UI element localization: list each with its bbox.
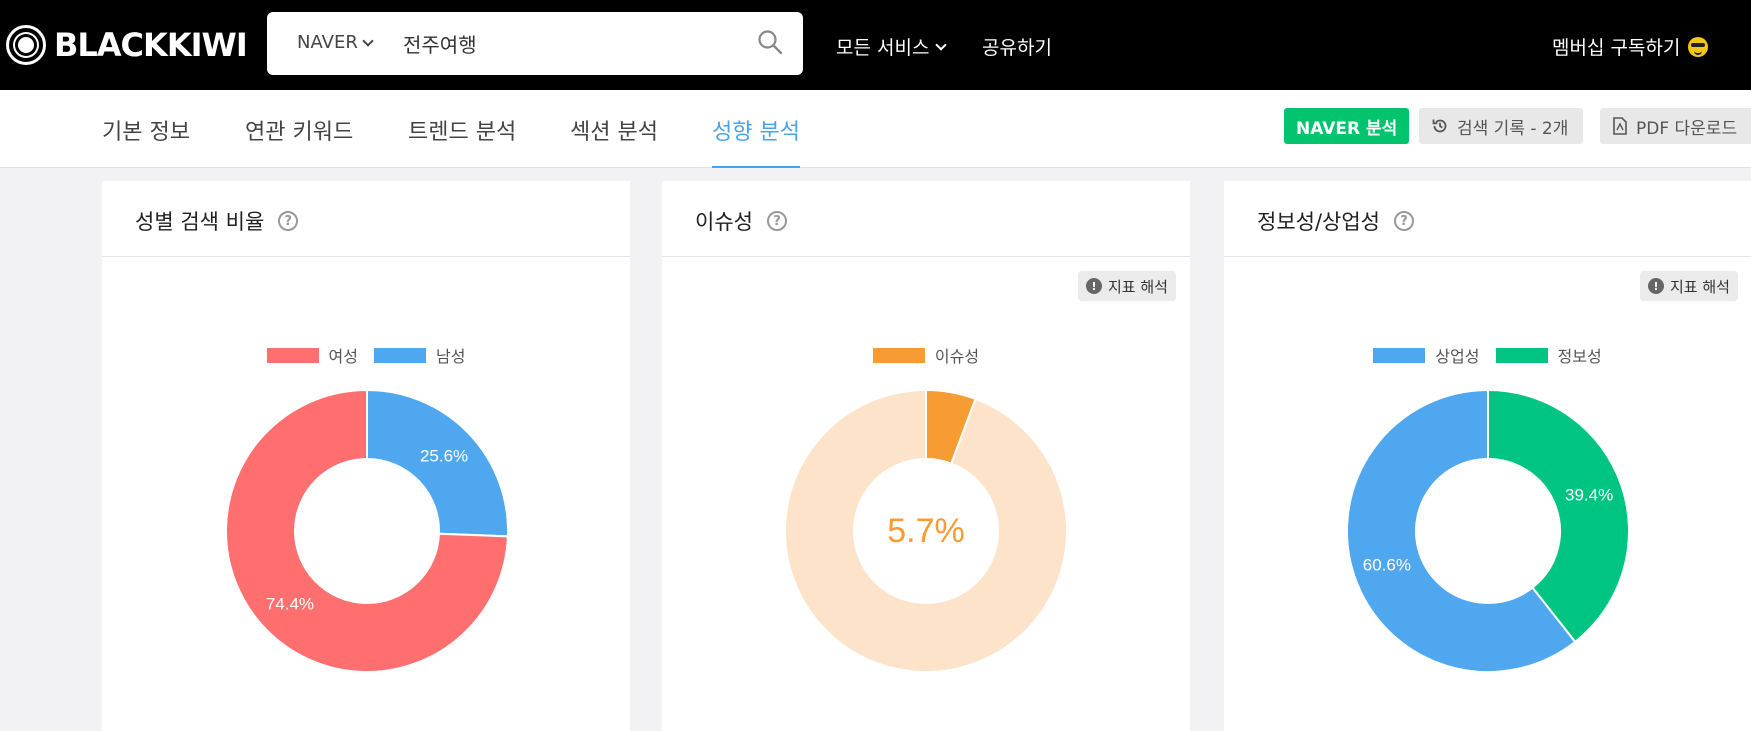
chart-legend: 이슈성 <box>662 343 1190 367</box>
share-link[interactable]: 공유하기 <box>982 33 1052 60</box>
membership-link[interactable]: 멤버십 구독하기 <box>1552 33 1709 60</box>
tab-section-analysis[interactable]: 섹션 분석 <box>570 114 658 168</box>
issue-center-label: 5.7% <box>887 512 965 550</box>
search-history-button[interactable]: 검색 기록 - 2개 <box>1419 108 1583 144</box>
analysis-tab-bar: 기본 정보 연관 키워드 트렌드 분석 섹션 분석 성향 분석 NAVER 분석… <box>0 90 1751 168</box>
informational-percent-label: 39.4% <box>1565 486 1613 505</box>
issue-donut-chart: 5.7% <box>784 388 1068 673</box>
legend-label: 정보성 <box>1557 347 1602 366</box>
search-engine-label: NAVER <box>297 32 358 53</box>
issue-card: 이슈성 ? ! 지표 해석 이슈성 5.7% <box>662 181 1190 731</box>
tab-related-keywords[interactable]: 연관 키워드 <box>245 114 353 168</box>
info-icon: ! <box>1086 278 1102 294</box>
legend-item-male[interactable]: 남성 <box>374 343 465 367</box>
search-input[interactable] <box>403 26 723 60</box>
history-icon <box>1432 119 1447 133</box>
card-title: 이슈성 ? <box>695 206 787 236</box>
all-services-label: 모든 서비스 <box>836 37 930 59</box>
card-header: 정보성/상업성 ? <box>1224 181 1751 257</box>
chart-legend: 여성 남성 <box>102 343 630 367</box>
legend-item-informational[interactable]: 정보성 <box>1495 343 1602 367</box>
card-header: 성별 검색 비율 ? <box>102 181 630 257</box>
sunglasses-emoji-icon <box>1688 36 1709 57</box>
help-icon[interactable]: ? <box>766 211 787 231</box>
search-history-label: 검색 기록 - 2개 <box>1457 118 1569 139</box>
interpretation-button[interactable]: ! 지표 해석 <box>1078 271 1176 301</box>
pdf-download-button[interactable]: PDF 다운로드 <box>1600 108 1751 144</box>
top-bar: BLACKKIWI NAVER 모든 서비스 공유하기 멤버십 구독하기 <box>0 0 1751 90</box>
female-percent-label: 74.4% <box>266 595 314 614</box>
info-commercial-title: 정보성/상업성 <box>1257 210 1380 234</box>
sun-logo-icon <box>6 25 46 65</box>
card-title: 정보성/상업성 ? <box>1257 206 1414 236</box>
tab-basic-info[interactable]: 기본 정보 <box>102 114 190 168</box>
legend-item-issue[interactable]: 이슈성 <box>872 343 980 367</box>
legend-item-commercial[interactable]: 상업성 <box>1373 343 1480 367</box>
legend-label: 여성 <box>328 347 358 366</box>
pdf-file-icon <box>1613 117 1627 135</box>
gender-ratio-title: 성별 검색 비율 <box>135 210 265 234</box>
legend-swatch <box>1373 347 1426 363</box>
tab-tendency-analysis[interactable]: 성향 분석 <box>712 114 800 168</box>
tab-trend-analysis[interactable]: 트렌드 분석 <box>408 114 516 168</box>
legend-label: 이슈성 <box>934 347 980 366</box>
help-icon[interactable]: ? <box>278 211 299 231</box>
info-icon: ! <box>1648 278 1664 294</box>
help-icon[interactable]: ? <box>1394 211 1414 231</box>
legend-swatch <box>374 347 426 363</box>
membership-label: 멤버십 구독하기 <box>1552 37 1681 59</box>
commercial-percent-label: 60.6% <box>1363 555 1411 574</box>
interpretation-button[interactable]: ! 지표 해석 <box>1640 271 1738 301</box>
legend-swatch <box>872 347 925 363</box>
male-percent-label: 25.6% <box>420 446 468 465</box>
chevron-down-icon <box>362 34 374 47</box>
chart-legend: 상업성 정보성 <box>1224 343 1751 367</box>
search-engine-select[interactable]: NAVER <box>297 32 374 53</box>
legend-swatch <box>1495 347 1548 363</box>
brand-name: BLACKKIWI <box>54 26 248 64</box>
gender-ratio-card: 성별 검색 비율 ? 여성 남성 25.6% 74.4% <box>102 181 630 731</box>
naver-analysis-button[interactable]: NAVER 분석 <box>1284 108 1410 144</box>
info-commercial-card: 정보성/상업성 ? ! 지표 해석 상업성 정보성 39.4% 60.6% <box>1224 181 1751 731</box>
chevron-down-icon <box>935 38 948 51</box>
legend-item-female[interactable]: 여성 <box>266 343 358 367</box>
search-bar: NAVER <box>267 12 803 75</box>
interpretation-label: 지표 해석 <box>1108 277 1168 296</box>
interpretation-label: 지표 해석 <box>1670 277 1730 296</box>
issue-title: 이슈성 <box>695 210 753 234</box>
card-header: 이슈성 ? <box>662 181 1190 257</box>
legend-label: 남성 <box>436 347 466 366</box>
pdf-download-label: PDF 다운로드 <box>1636 118 1738 139</box>
search-icon[interactable] <box>757 29 783 55</box>
legend-swatch <box>266 347 319 363</box>
gender-ratio-donut-chart: 25.6% 74.4% <box>225 388 509 673</box>
all-services-menu[interactable]: 모든 서비스 <box>836 33 948 60</box>
info-commercial-donut-chart: 39.4% 60.6% <box>1346 388 1630 673</box>
card-title: 성별 검색 비율 ? <box>135 206 299 236</box>
brand-logo[interactable]: BLACKKIWI <box>6 24 248 66</box>
legend-label: 상업성 <box>1435 347 1480 366</box>
